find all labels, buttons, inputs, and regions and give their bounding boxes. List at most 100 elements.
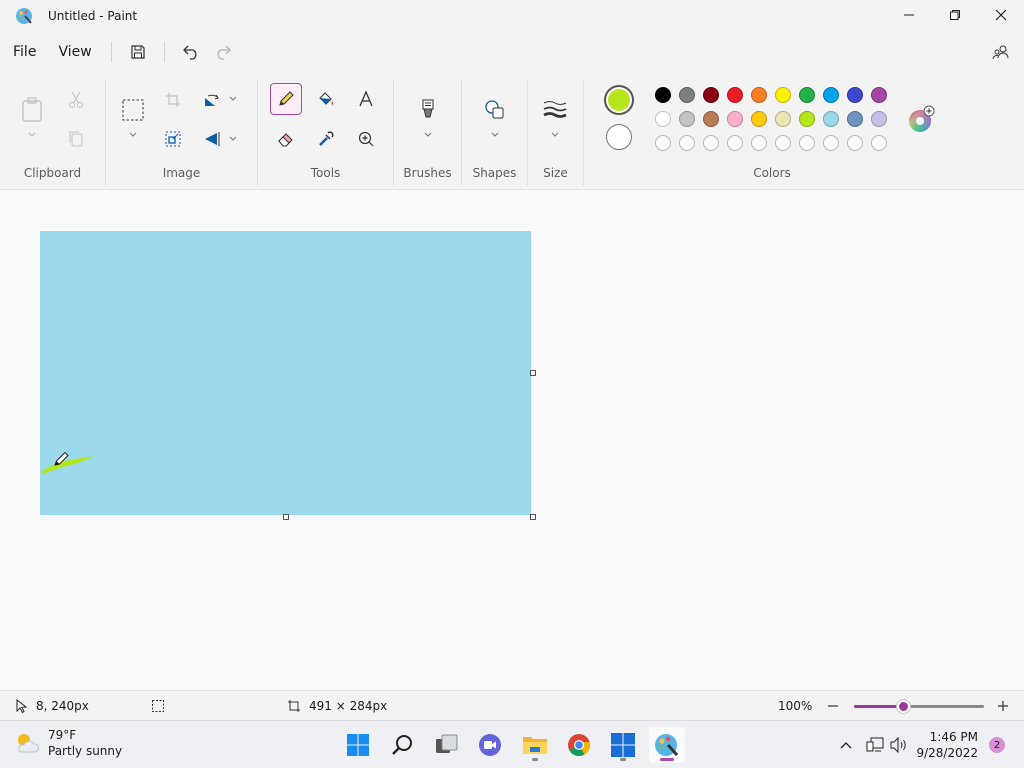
clock[interactable]: 1:46 PM 9/28/2022 [916, 729, 978, 761]
custom-color-slot[interactable] [847, 135, 863, 151]
eyedropper-icon [319, 131, 334, 146]
notification-badge[interactable]: 2 [989, 737, 1005, 753]
view-menu[interactable]: View [49, 37, 100, 67]
color-swatch[interactable] [751, 87, 767, 103]
custom-color-slot[interactable] [703, 135, 719, 151]
resize-handle-bottom[interactable] [283, 514, 289, 520]
resize-handle-corner[interactable] [530, 514, 536, 520]
select-button[interactable] [117, 94, 149, 126]
size-dropdown[interactable] [550, 130, 560, 140]
color-swatch[interactable] [799, 111, 815, 127]
drawing-canvas[interactable] [40, 231, 531, 515]
color-swatch[interactable] [847, 87, 863, 103]
maximize-button[interactable] [932, 0, 978, 30]
resize-button[interactable] [157, 123, 189, 155]
color-swatch[interactable] [871, 111, 887, 127]
eraser-tool[interactable] [270, 123, 302, 155]
task-view-button[interactable] [429, 727, 465, 763]
minimize-button[interactable] [886, 0, 932, 30]
secondary-color-swatch[interactable] [606, 124, 632, 150]
flip-dropdown[interactable] [228, 134, 238, 144]
rotate-button[interactable] [196, 84, 228, 116]
search-button[interactable] [385, 727, 421, 763]
shapes-button[interactable] [479, 94, 511, 126]
custom-color-slot[interactable] [775, 135, 791, 151]
pencil-tool[interactable] [270, 83, 302, 115]
zoom-slider-thumb[interactable] [897, 700, 911, 713]
chrome-button[interactable] [561, 727, 597, 763]
custom-color-slot[interactable] [679, 135, 695, 151]
color-swatch[interactable] [655, 87, 671, 103]
paste-button[interactable] [16, 94, 48, 126]
account-button[interactable] [986, 37, 1016, 67]
tools-group: Tools [258, 72, 393, 190]
color-swatch[interactable] [775, 111, 791, 127]
weather-widget[interactable]: 79°F Partly sunny [14, 727, 122, 759]
show-hidden-icons-button[interactable] [836, 741, 856, 749]
canvas-size: 491 × 284px [287, 691, 387, 721]
cut-button[interactable] [60, 84, 92, 116]
custom-color-slot[interactable] [799, 135, 815, 151]
resize-handle-right[interactable] [530, 370, 536, 376]
color-swatch[interactable] [775, 87, 791, 103]
flip-button[interactable] [196, 123, 228, 155]
brushes-button[interactable] [412, 94, 444, 126]
primary-color-swatch[interactable] [604, 85, 634, 115]
color-swatch[interactable] [847, 111, 863, 127]
copy-button[interactable] [60, 123, 92, 155]
undo-icon [182, 45, 197, 60]
file-menu[interactable]: File [4, 37, 45, 67]
color-swatch[interactable] [655, 111, 671, 127]
color-swatch[interactable] [703, 111, 719, 127]
rect-select-icon [122, 99, 144, 121]
undo-button[interactable] [175, 37, 207, 67]
color-swatch[interactable] [823, 87, 839, 103]
fill-tool[interactable] [310, 83, 342, 115]
running-indicator [620, 758, 626, 761]
zoom-slider[interactable] [854, 700, 984, 713]
color-swatch[interactable] [703, 87, 719, 103]
text-icon [359, 90, 373, 107]
color-swatch[interactable] [727, 111, 743, 127]
rotate-dropdown[interactable] [228, 94, 238, 104]
paint-taskbar-button[interactable] [649, 727, 685, 763]
zoom-in-button[interactable] [997, 691, 1009, 721]
paste-dropdown[interactable] [27, 130, 37, 140]
custom-color-slot[interactable] [751, 135, 767, 151]
custom-color-slot[interactable] [655, 135, 671, 151]
color-swatch[interactable] [823, 111, 839, 127]
custom-color-slot[interactable] [871, 135, 887, 151]
color-swatch[interactable] [679, 87, 695, 103]
start-button[interactable] [340, 727, 376, 763]
system-tray [836, 721, 910, 768]
ribbon: Clipboard Image Tools Brushes Shapes Siz… [0, 72, 1024, 190]
color-swatch[interactable] [679, 111, 695, 127]
color-swatch[interactable] [799, 87, 815, 103]
zoom-out-button[interactable] [827, 691, 839, 721]
color-picker-tool[interactable] [310, 123, 342, 155]
custom-color-slot[interactable] [727, 135, 743, 151]
close-button[interactable] [978, 0, 1024, 30]
crop-button[interactable] [157, 84, 189, 116]
magnifier-tool[interactable] [350, 123, 382, 155]
volume-button[interactable] [888, 737, 910, 753]
color-swatch[interactable] [751, 111, 767, 127]
window-title: Untitled - Paint [48, 9, 138, 23]
file-explorer-button[interactable] [517, 727, 553, 763]
chat-button[interactable] [472, 727, 508, 763]
store-button[interactable] [605, 727, 641, 763]
network-icon [866, 737, 884, 752]
edit-colors-button[interactable] [906, 103, 938, 135]
color-swatch[interactable] [871, 87, 887, 103]
color-swatch[interactable] [727, 87, 743, 103]
redo-button[interactable] [207, 37, 239, 67]
select-dropdown[interactable] [128, 130, 138, 140]
brushes-dropdown[interactable] [423, 130, 433, 140]
shapes-dropdown[interactable] [490, 130, 500, 140]
network-button[interactable] [862, 737, 888, 753]
flip-icon [205, 132, 220, 146]
text-tool[interactable] [350, 83, 382, 115]
size-button[interactable] [539, 94, 571, 126]
custom-color-slot[interactable] [823, 135, 839, 151]
save-button[interactable] [122, 37, 154, 67]
